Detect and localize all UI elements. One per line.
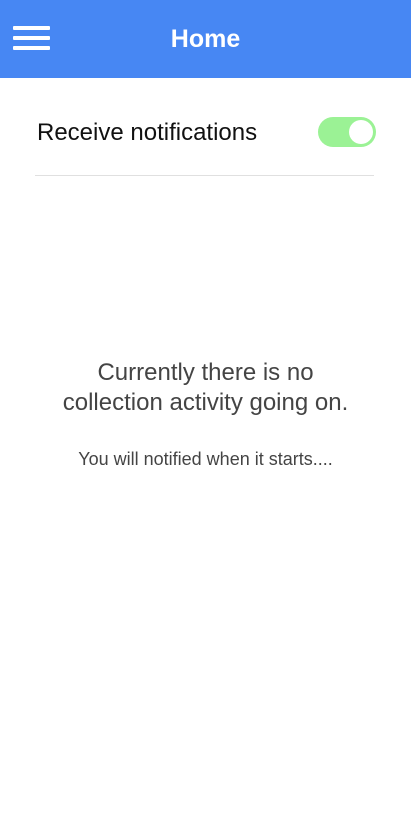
- empty-state-subtext: You will notified when it starts....: [78, 449, 333, 469]
- notifications-label: Receive notifications: [37, 119, 258, 146]
- page-title: Home: [170, 25, 241, 53]
- empty-state-line-1: Currently there is no: [97, 359, 314, 386]
- notifications-setting-row: Receive notifications: [35, 98, 376, 176]
- empty-state-message: Currently there is no collection activit…: [0, 358, 411, 418]
- empty-state-line-2: collection activity going on.: [62, 389, 349, 416]
- toggle-knob: [349, 120, 373, 144]
- app-bar: Home: [0, 0, 411, 78]
- app-screen: Home Receive notifications Currently the…: [0, 0, 411, 823]
- notifications-toggle[interactable]: [318, 117, 376, 147]
